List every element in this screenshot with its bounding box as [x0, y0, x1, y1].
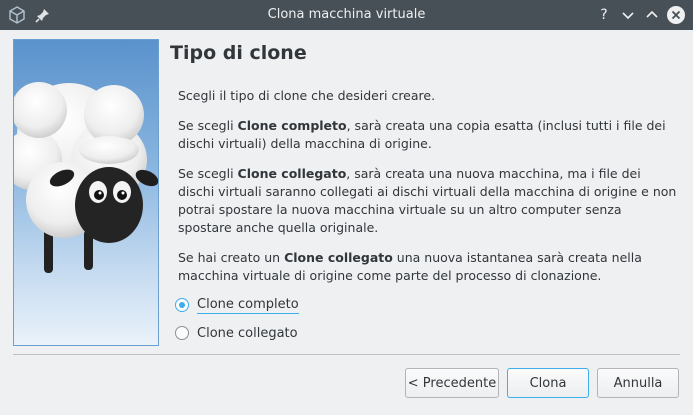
linked-clone-description: Se scegli Clone collegato, sarà creata u…	[178, 166, 677, 235]
back-button[interactable]: < Precedente	[405, 368, 499, 398]
page-title: Tipo di clone	[170, 42, 307, 64]
chevron-up-icon	[646, 10, 658, 18]
radio-linked-clone[interactable]: Clone collegato	[175, 323, 298, 343]
radio-full-clone[interactable]: Clone completo	[175, 295, 299, 315]
button-separator	[13, 354, 680, 355]
intro-text: Scegli il tipo di clone che desideri cre…	[178, 88, 436, 103]
radio-linked-clone-label[interactable]: Clone collegato	[197, 326, 298, 341]
title-bar: Clona macchina virtuale ?	[0, 0, 693, 30]
clone-wizard-dialog: Tipo di clone Scegli il tipo di clone ch…	[0, 30, 693, 415]
snapshot-note: Se hai creato un Clone collegato una nuo…	[178, 250, 642, 283]
maximize-button[interactable]	[642, 5, 662, 25]
window-title: Clona macchina virtuale	[267, 7, 426, 22]
help-button[interactable]: ?	[594, 5, 614, 25]
cancel-button[interactable]: Annulla	[597, 368, 679, 398]
minimize-button[interactable]	[618, 5, 638, 25]
close-button[interactable]	[666, 5, 686, 25]
radio-full-clone-label[interactable]: Clone completo	[197, 297, 299, 314]
sheep-mascot-image	[13, 39, 159, 346]
close-icon	[667, 6, 685, 24]
radio-button-checked[interactable]	[175, 298, 189, 312]
radio-button-unchecked[interactable]	[175, 326, 189, 340]
chevron-down-icon	[622, 12, 634, 20]
full-clone-description: Se scegli Clone completo, sarà creata un…	[178, 118, 666, 151]
clone-button[interactable]: Clona	[507, 368, 589, 398]
